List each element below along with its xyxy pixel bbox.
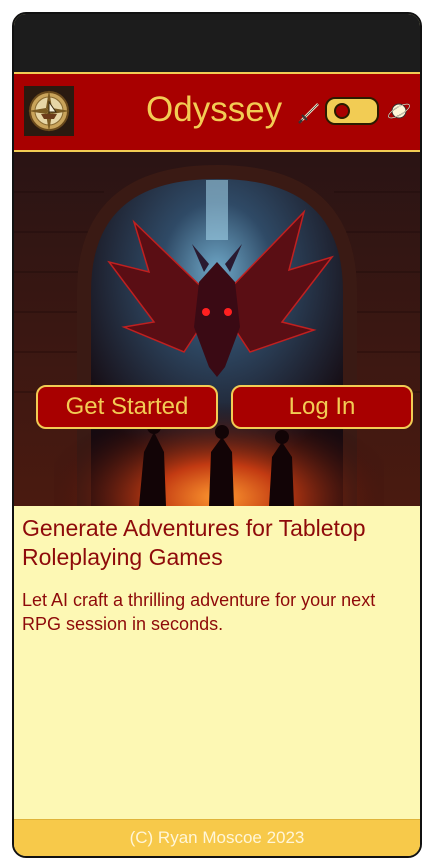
compass-ship-logo-icon[interactable] (24, 86, 74, 136)
description-text: Let AI craft a thrilling adventure for y… (22, 590, 376, 634)
log-in-button[interactable]: Log In (231, 385, 413, 429)
main-content: Generate Adventures for Tabletop Rolepla… (22, 514, 416, 636)
app-title: Odyssey (146, 90, 283, 129)
footer-copyright: (C) Ryan Moscoe 2023 (14, 819, 420, 856)
toggle-knob (334, 103, 350, 119)
theme-toggle[interactable] (325, 97, 379, 125)
status-bar (14, 14, 420, 74)
sword-icon (296, 100, 322, 126)
hero-section: Get Started Log In (14, 152, 420, 506)
phone-frame: Odyssey Get Started Log In Generate Adve… (12, 12, 422, 858)
get-started-button[interactable]: Get Started (36, 385, 218, 429)
headline: Generate Adventures for Tabletop Rolepla… (22, 515, 366, 570)
planet-icon (386, 98, 412, 124)
app-header: Odyssey (14, 72, 420, 152)
dragon-dungeon-illustration (14, 152, 420, 506)
